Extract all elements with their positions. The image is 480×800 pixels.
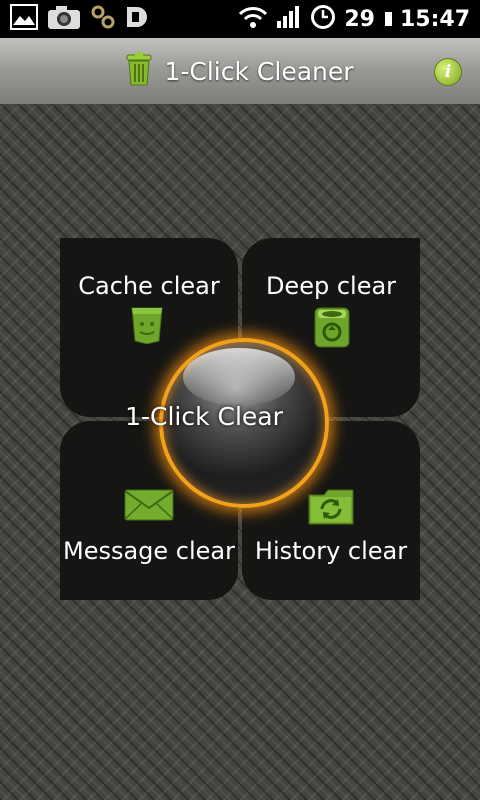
- cache-clear-label: Cache clear: [78, 272, 220, 300]
- cleaner-pad: Cache clear Deep clear Message clear His…: [60, 238, 420, 600]
- title-group: 1-Click Cleaner: [0, 38, 480, 104]
- bin-icon: [130, 304, 164, 348]
- notification-icons: [10, 4, 148, 34]
- gallery-icon: [10, 4, 38, 34]
- info-icon: i: [444, 62, 452, 82]
- orb-highlight: [183, 348, 295, 406]
- deep-clear-label: Deep clear: [265, 272, 397, 300]
- usb-debug-icon: [124, 4, 148, 34]
- status-bar: 29 15:47: [0, 0, 480, 38]
- signal-icon: [276, 5, 302, 33]
- history-clear-label: History clear: [254, 537, 408, 565]
- usb-link-icon: [90, 4, 116, 34]
- battery-icon: [384, 12, 392, 26]
- app-title: 1-Click Cleaner: [164, 56, 354, 86]
- refresh-folder-icon: [308, 487, 354, 529]
- camera-icon: [46, 4, 82, 34]
- one-click-clear-label: 1-Click Clear: [125, 402, 283, 431]
- battery-level: 29: [344, 6, 375, 32]
- system-tray: 29 15:47: [238, 0, 470, 38]
- message-clear-label: Message clear: [62, 537, 236, 565]
- trash-can-icon: [314, 304, 350, 352]
- clock-time: 15:47: [399, 6, 470, 32]
- envelope-icon: [124, 489, 174, 525]
- app-title-bar: 1-Click Cleaner i: [0, 38, 480, 106]
- bin-logo-icon: [126, 52, 152, 90]
- clock-icon: [310, 4, 336, 34]
- info-button[interactable]: i: [434, 58, 462, 86]
- wifi-icon: [238, 5, 268, 33]
